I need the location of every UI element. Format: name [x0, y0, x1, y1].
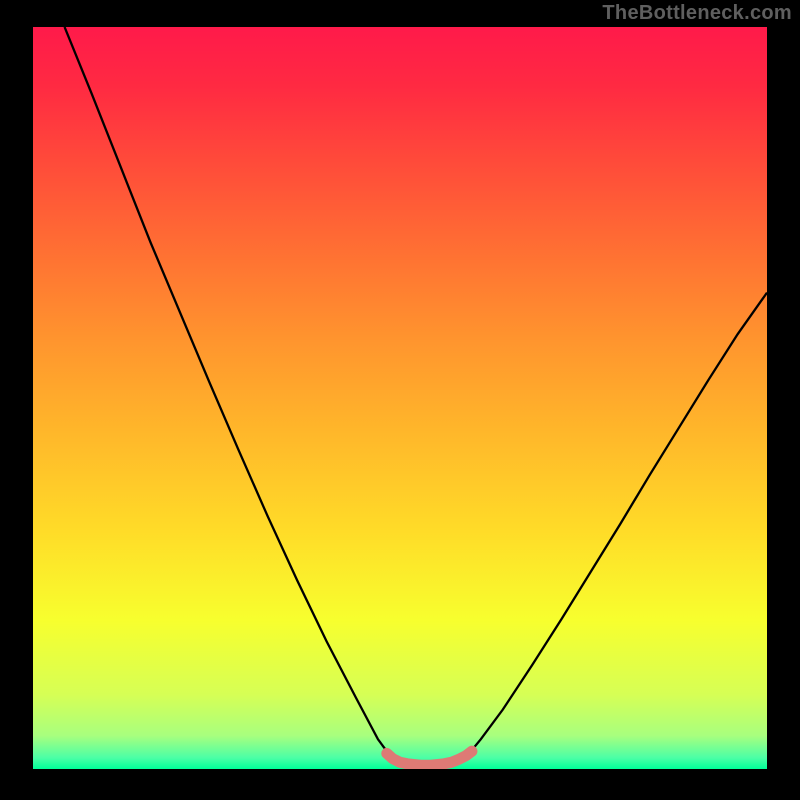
- plot-background: [33, 27, 767, 769]
- chart-frame: TheBottleneck.com: [0, 0, 800, 800]
- watermark-text: TheBottleneck.com: [602, 2, 792, 25]
- bottleneck-chart: [0, 0, 800, 800]
